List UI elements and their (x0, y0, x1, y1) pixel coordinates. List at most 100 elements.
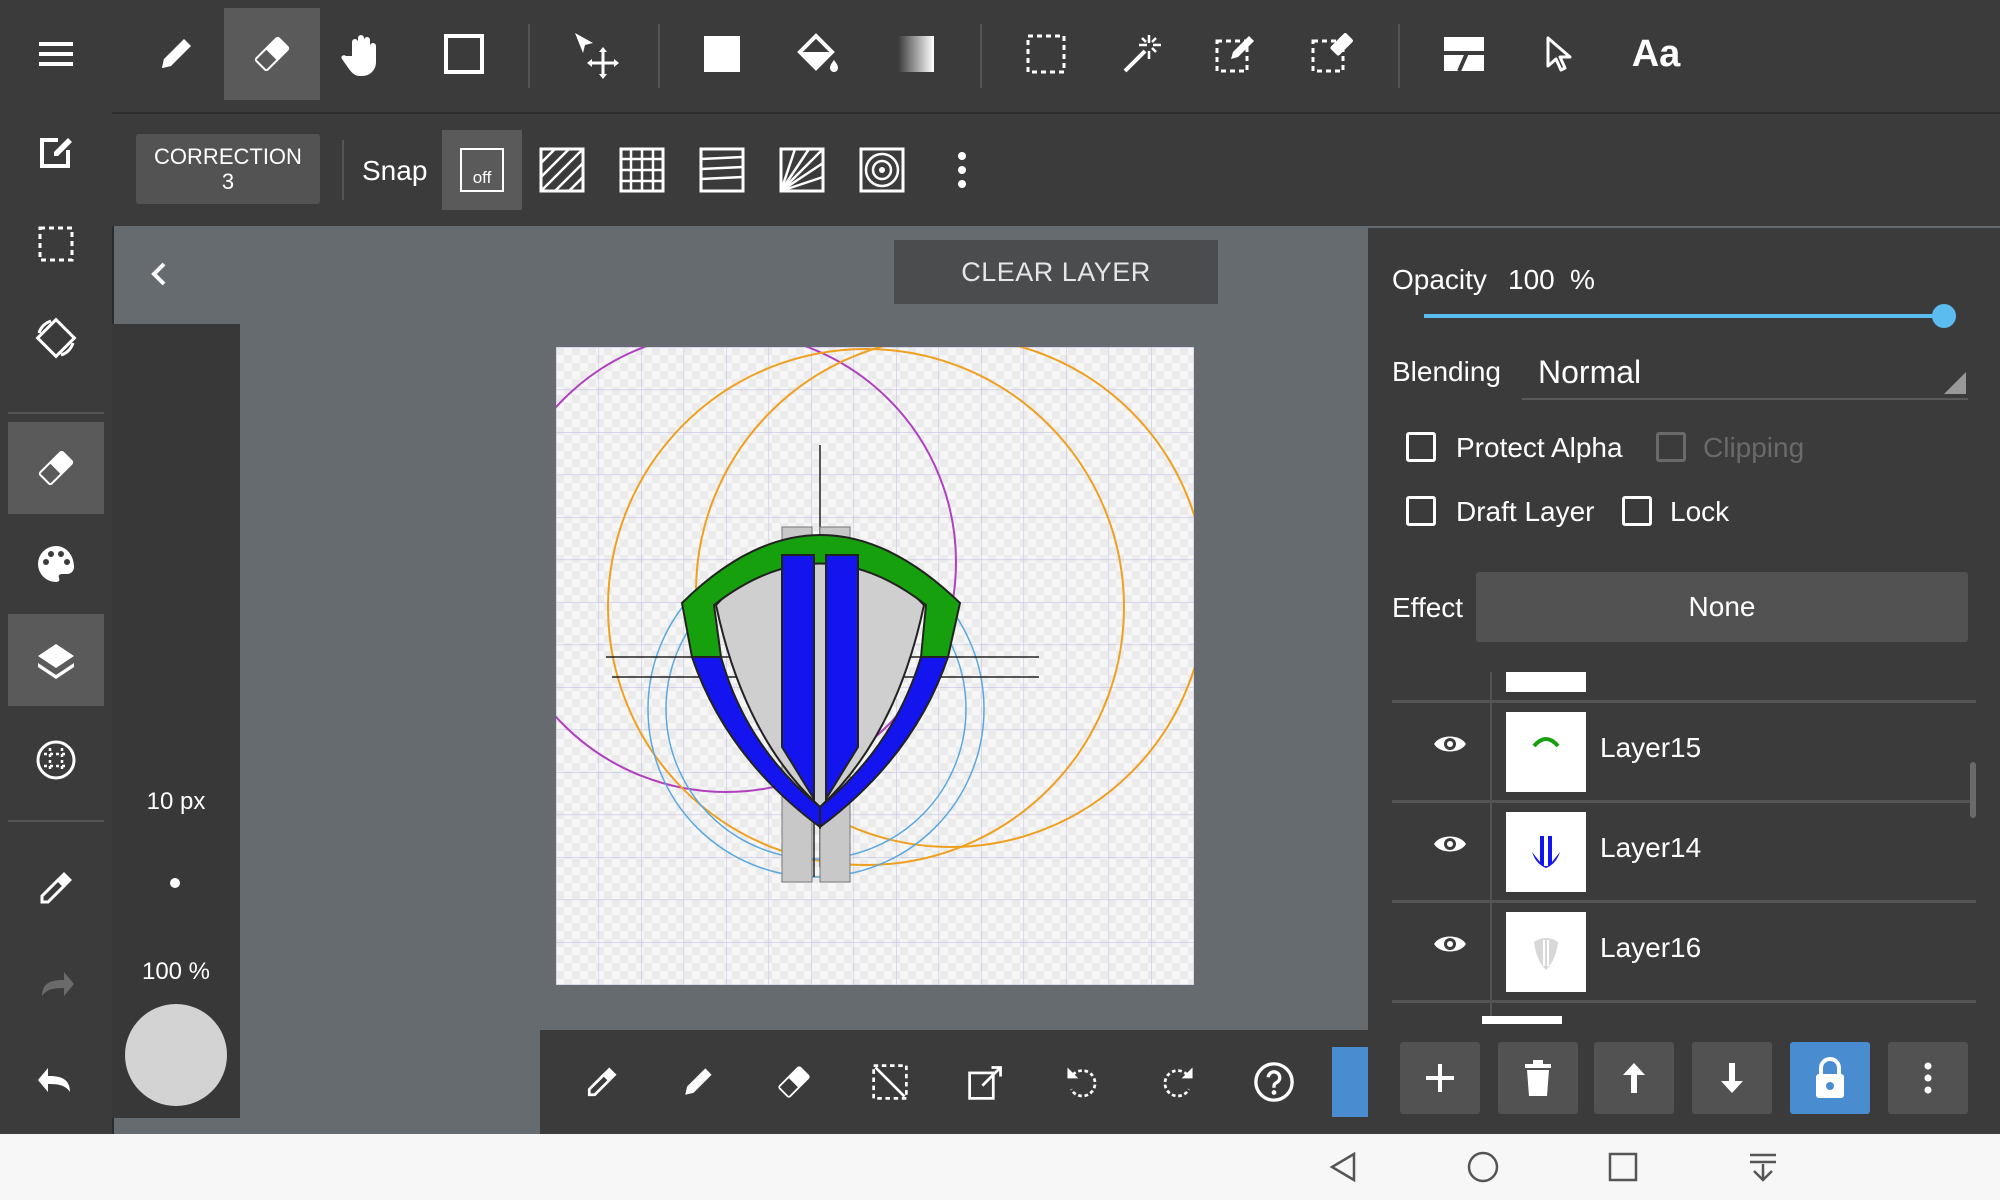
home-nav-icon[interactable] (1466, 1150, 1500, 1184)
snap-off-icon: off (460, 148, 504, 192)
move-layer-down-button[interactable] (1692, 1042, 1772, 1114)
deselect-icon[interactable] (844, 1036, 936, 1128)
layer-list-scrollbar[interactable] (1970, 762, 1976, 818)
lock-layer-button[interactable] (1790, 1042, 1870, 1114)
rotate-canvas-icon[interactable] (8, 292, 104, 384)
select-pen-icon[interactable] (1190, 8, 1282, 100)
color-swatch[interactable] (125, 1004, 227, 1106)
notification-pull-icon[interactable] (1746, 1150, 1780, 1184)
recents-nav-icon[interactable] (1606, 1150, 1640, 1184)
clipping-label: Clipping (1703, 432, 1805, 463)
drawing-canvas[interactable] (556, 347, 1194, 985)
eraser-icon[interactable] (8, 422, 104, 514)
pen-tool-icon[interactable] (652, 1036, 744, 1128)
edit-icon[interactable] (8, 104, 104, 196)
layer-thumbnail-partial (1482, 1016, 1562, 1024)
snap-parallel-icon[interactable] (516, 124, 608, 216)
layers-icon[interactable] (8, 614, 104, 706)
snap-label: Snap (362, 155, 428, 186)
opacity-value: 100 (1508, 264, 1555, 295)
layer-list: Layer15 Layer14 Layer16 (1392, 672, 1976, 1024)
layer-name: Layer14 (1600, 832, 1702, 863)
correction-value: 3 (221, 169, 235, 194)
blending-value: Normal (1538, 354, 1642, 390)
transform-icon[interactable] (940, 1036, 1032, 1128)
move-icon[interactable] (548, 8, 640, 100)
blending-dropdown[interactable]: Normal (1522, 344, 1968, 400)
eye-icon[interactable] (1432, 832, 1468, 856)
dropdown-corner-icon (1944, 372, 1966, 394)
effect-button[interactable]: None (1476, 572, 1968, 642)
magic-wand-icon[interactable] (1096, 8, 1188, 100)
move-layer-up-button[interactable] (1594, 1042, 1674, 1114)
snap-perspective-icon[interactable] (676, 124, 768, 216)
hand-icon[interactable] (316, 8, 408, 100)
save-button-partial[interactable] (1332, 1047, 1368, 1117)
menu-icon[interactable] (8, 8, 104, 100)
more-vert-icon (1924, 1062, 1932, 1094)
rotate-right-icon[interactable] (1132, 1036, 1224, 1128)
plus-icon (1426, 1064, 1454, 1092)
rectangle-icon[interactable] (418, 8, 510, 100)
system-nav-bar (0, 1134, 2000, 1200)
opacity-unit: % (1570, 264, 1595, 295)
frame-divider-icon[interactable] (1418, 8, 1510, 100)
gradient-icon[interactable] (870, 8, 962, 100)
layer-row[interactable]: Layer16 (1392, 902, 1976, 1003)
protect-alpha-label: Protect Alpha (1456, 432, 1623, 463)
layer-row-partial[interactable] (1392, 672, 1976, 703)
fill-rect-icon[interactable] (676, 8, 768, 100)
layer-thumbnail (1506, 712, 1586, 792)
collapse-panel-icon[interactable] (140, 254, 180, 294)
eyedropper-tool-icon[interactable] (556, 1036, 648, 1128)
layer-name: Layer15 (1600, 732, 1702, 763)
add-layer-button[interactable] (1400, 1042, 1480, 1114)
pen-icon[interactable] (130, 8, 222, 100)
palette-icon[interactable] (8, 518, 104, 610)
eraser-bottom-icon[interactable] (748, 1036, 840, 1128)
redo-icon[interactable] (8, 938, 104, 1030)
lock-checkbox[interactable] (1622, 496, 1652, 526)
layer-thumbnail (1506, 672, 1586, 692)
opacity-slider-track[interactable] (1424, 314, 1944, 318)
more-icon[interactable] (916, 124, 1008, 216)
selection-icon[interactable] (8, 198, 104, 290)
undo-icon[interactable] (8, 1034, 104, 1126)
brush-size-preview (170, 878, 180, 888)
brush-size-label[interactable]: 10 px (112, 788, 240, 816)
text-tool-button[interactable]: Aa (1610, 8, 1702, 100)
layer-thumbnail (1506, 812, 1586, 892)
opacity-label: Opacity (1392, 264, 1487, 295)
material-icon[interactable] (8, 714, 104, 806)
snap-grid-icon[interactable] (596, 124, 688, 216)
eye-icon[interactable] (1432, 932, 1468, 956)
back-nav-icon[interactable] (1326, 1150, 1360, 1184)
help-icon[interactable] (1228, 1036, 1320, 1128)
select-rect-icon[interactable] (1000, 8, 1092, 100)
clipping-checkbox[interactable] (1656, 432, 1686, 462)
pointer-icon[interactable] (1512, 8, 1604, 100)
select-eraser-icon[interactable] (1286, 8, 1378, 100)
brush-opacity-label[interactable]: 100 % (112, 958, 240, 986)
layer-row[interactable]: Layer14 (1392, 802, 1976, 903)
opacity-slider-thumb[interactable] (1932, 304, 1956, 328)
rotate-left-icon[interactable] (1036, 1036, 1128, 1128)
eraser-tool-icon[interactable] (224, 8, 320, 100)
bucket-icon[interactable] (772, 8, 864, 100)
layer-row[interactable]: Layer15 (1392, 702, 1976, 803)
delete-layer-button[interactable] (1498, 1042, 1578, 1114)
correction-label: CORRECTION (154, 144, 302, 169)
blending-label: Blending (1392, 356, 1501, 387)
snap-off-button[interactable]: off (442, 130, 522, 210)
snap-radial-icon[interactable] (756, 124, 848, 216)
lock-icon (1816, 1057, 1844, 1098)
eye-icon[interactable] (1432, 732, 1468, 756)
protect-alpha-checkbox[interactable] (1406, 432, 1436, 462)
correction-button[interactable]: CORRECTION 3 (136, 134, 320, 204)
snap-circle-icon[interactable] (836, 124, 928, 216)
draft-layer-checkbox[interactable] (1406, 496, 1436, 526)
eyedropper-icon[interactable] (8, 842, 104, 934)
layer-menu-button[interactable] (1888, 1042, 1968, 1114)
effect-label: Effect (1392, 592, 1464, 623)
clear-layer-button[interactable]: CLEAR LAYER (894, 240, 1218, 304)
